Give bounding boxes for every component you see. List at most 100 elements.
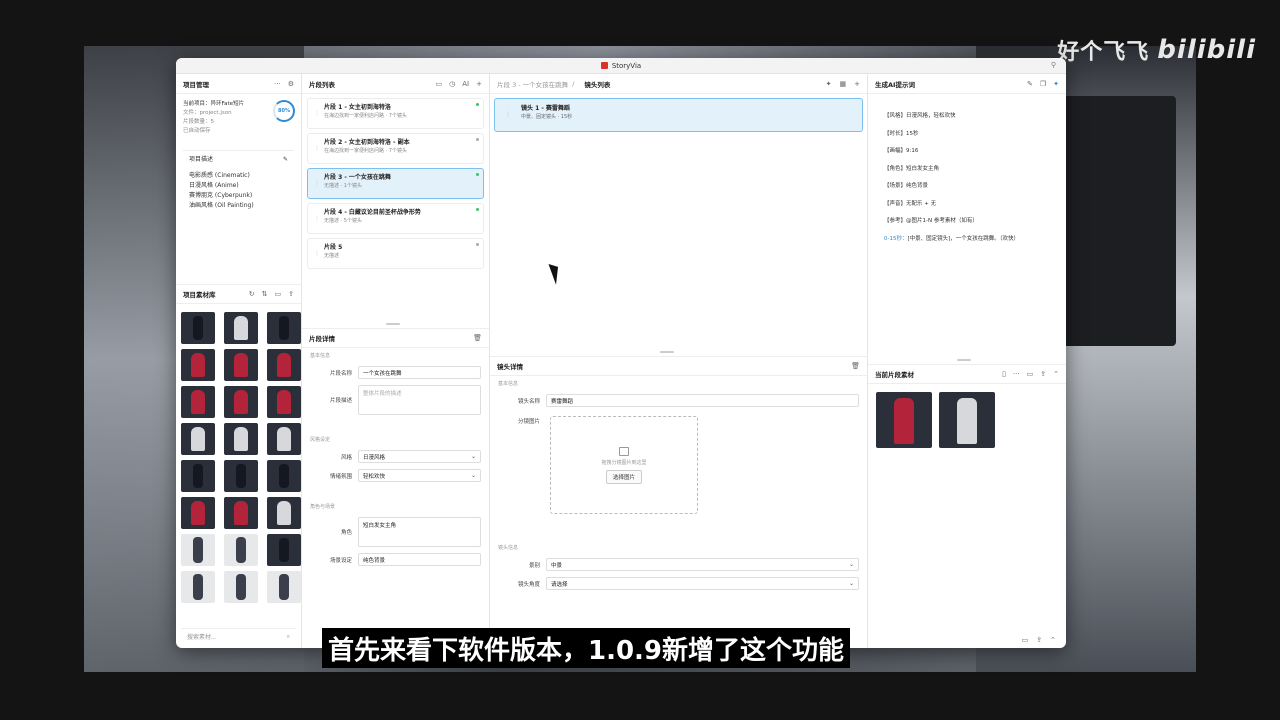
magic-wand-icon[interactable]: ✦ [826,80,832,88]
drag-handle-icon[interactable]: ⋮ [314,215,320,222]
project-desc-title: 项目描述 [189,156,214,163]
shot-detail: 镜头详情 🗑 基本信息 镜头名称 赛雷舞蹈 分镜图片 拖拽分镜图片到这里 选择图… [490,356,867,593]
mood-label: 情绪氛围 [329,473,352,480]
asset-thumbnail[interactable] [267,534,301,566]
history-icon[interactable]: ◷ [449,80,455,88]
asset-thumbnail[interactable] [267,497,301,529]
asset-thumbnail[interactable] [267,386,301,418]
segment-item[interactable]: ⋮ 片段 2 - 女主初到海特洛 - 副本 在海边找到一家便利店问路 · 7个镜头 [307,133,484,164]
segment-item[interactable]: ⋮ 片段 5 无描述 [307,238,484,269]
shot-name-input[interactable]: 赛雷舞蹈 [546,394,859,407]
folder-icon[interactable]: ▭ [1022,636,1029,644]
asset-search-input[interactable]: 搜索素材... [187,632,217,641]
asset-thumbnail[interactable] [224,423,258,455]
shot-angle-select[interactable]: 请选择 ⌄ [546,577,859,590]
asset-thumbnail[interactable] [181,534,215,566]
asset-thumbnail[interactable] [181,497,215,529]
phone-icon[interactable]: ▯ [1002,370,1006,378]
folder-open-icon[interactable]: ▭ [436,80,443,88]
asset-thumbnail[interactable] [181,571,215,603]
asset-thumbnail[interactable] [224,386,258,418]
segment-item[interactable]: ⋮ 片段 4 - 白藏议论目前圣杯战争形势 无描述 · 5个镜头 [307,203,484,234]
more-icon[interactable]: ··· [274,80,281,88]
folder-icon[interactable]: ▭ [275,290,282,298]
asset-thumbnail[interactable] [224,312,258,344]
asset-thumbnail[interactable] [224,534,258,566]
style-item[interactable]: 赛博朋克 (Cyberpunk) [189,191,288,201]
prompt-header: 生成AI提示词 ✎ ❐ ✦ [868,74,1066,94]
gear-icon[interactable]: ⚙ [288,80,294,88]
shots-panel: 片段 3 - 一个女孩在跳舞 / 镜头列表 ✦ ▦ + ⋮ 镜头 1 - 赛雷舞蹈… [490,74,868,648]
mood-select[interactable]: 轻松欢快 ⌄ [358,469,481,482]
search-icon[interactable]: ⌕ [287,633,290,641]
splitter-handle[interactable] [957,359,972,361]
asset-thumbnail[interactable] [267,349,301,381]
asset-thumbnail[interactable] [267,460,301,492]
refresh-icon[interactable]: ↻ [249,290,255,298]
asset-thumbnail[interactable] [267,423,301,455]
drag-handle-icon[interactable]: ⋮ [314,145,320,152]
role-input[interactable]: 短白发女主角 [358,517,481,547]
copy-icon[interactable]: ❐ [1040,80,1046,88]
asset-thumbnail[interactable] [267,571,301,603]
sort-icon[interactable]: ⇅ [262,290,268,298]
scene-input[interactable]: 纯色背景 [358,553,481,566]
grid-icon[interactable]: ▦ [840,80,847,88]
asset-thumbnail[interactable] [267,312,301,344]
asset-thumbnail[interactable] [181,349,215,381]
drag-handle-icon[interactable]: ⋮ [314,250,320,257]
segment-name-input[interactable]: 一个女孩在跳舞 [358,366,481,379]
prompt-text[interactable]: 【风格】日漫风格，轻松欢快 【时长】15秒 【画幅】9:16 【角色】短白发女主角 【场… [868,94,1066,262]
trash-icon[interactable]: 🗑 [473,334,482,342]
image-dropzone[interactable]: 拖拽分镜图片到这里 选择图片 [550,416,698,514]
pin-icon[interactable]: ⚲ [1051,61,1056,69]
folder-icon[interactable]: ▭ [1027,370,1034,378]
shot-scale-select[interactable]: 中景 ⌄ [546,558,859,571]
asset-thumbnail[interactable] [224,460,258,492]
style-select[interactable]: 日漫风格 ⌄ [358,450,481,463]
ai-button[interactable]: AI [462,80,469,88]
drag-handle-icon[interactable]: ⋮ [314,110,320,117]
upload-icon[interactable]: ⇪ [288,290,294,298]
segment-item[interactable]: ⋮ 片段 3 - 一个女孩在跳舞 无描述 · 1个镜头 [307,168,484,199]
upload-icon[interactable]: ⇪ [1036,636,1042,644]
segment-title: 片段 3 - 一个女孩在跳舞 [324,174,391,181]
segment-desc-input[interactable]: 整体片段的描述 [358,385,481,415]
asset-thumbnail[interactable] [181,312,215,344]
asset-thumbnail[interactable] [224,571,258,603]
splitter-handle[interactable] [659,351,674,353]
add-shot-icon[interactable]: + [854,80,860,88]
prompt-line: 【画幅】9:16 [884,148,919,154]
drag-handle-icon[interactable]: ⋮ [505,111,511,118]
asset-thumbnail[interactable] [224,349,258,381]
window-title: StoryVia [611,61,642,70]
asset-thumbnail[interactable] [224,497,258,529]
add-segment-icon[interactable]: + [476,80,482,88]
chevron-up-icon[interactable]: ⌃ [1053,370,1059,378]
style-item[interactable]: 日漫风格 (Anime) [189,181,288,191]
asset-search[interactable]: 搜索素材... ⌕ [181,628,296,644]
asset-thumbnail[interactable] [181,386,215,418]
shot-item[interactable]: ⋮ 镜头 1 - 赛雷舞蹈 中景、固定镜头 · 15秒 [494,98,863,132]
segment-title: 片段 1 - 女主初到海特洛 [324,104,391,111]
breadcrumb-parent[interactable]: 片段 3 - 一个女孩在跳舞 [497,79,568,89]
current-asset-thumbnail[interactable] [876,392,932,448]
segment-item[interactable]: ⋮ 片段 1 - 女主初到海特洛 在海边找到一家便利店问路 · 7个镜头 [307,98,484,129]
splitter-handle[interactable] [386,323,401,325]
more-icon[interactable]: ··· [1013,370,1020,378]
current-asset-thumbnail[interactable] [939,392,995,448]
project-header-title: 项目管理 [183,80,209,89]
edit-icon[interactable]: ✎ [283,155,288,165]
drag-handle-icon[interactable]: ⋮ [314,180,320,187]
style-item[interactable]: 电影质感 (Cinematic) [189,171,288,181]
segments-header: 片段列表 ▭ ◷ AI + [302,74,489,94]
chevron-up-icon[interactable]: ⌃ [1050,636,1056,644]
magic-wand-icon[interactable]: ✦ [1053,80,1059,88]
asset-thumbnail[interactable] [181,423,215,455]
edit-icon[interactable]: ✎ [1027,80,1033,88]
asset-thumbnail[interactable] [181,460,215,492]
choose-image-button[interactable]: 选择图片 [605,469,642,484]
upload-icon[interactable]: ⇪ [1040,370,1046,378]
style-item[interactable]: 油画风格 (Oil Painting) [189,201,288,211]
trash-icon[interactable]: 🗑 [851,362,860,370]
